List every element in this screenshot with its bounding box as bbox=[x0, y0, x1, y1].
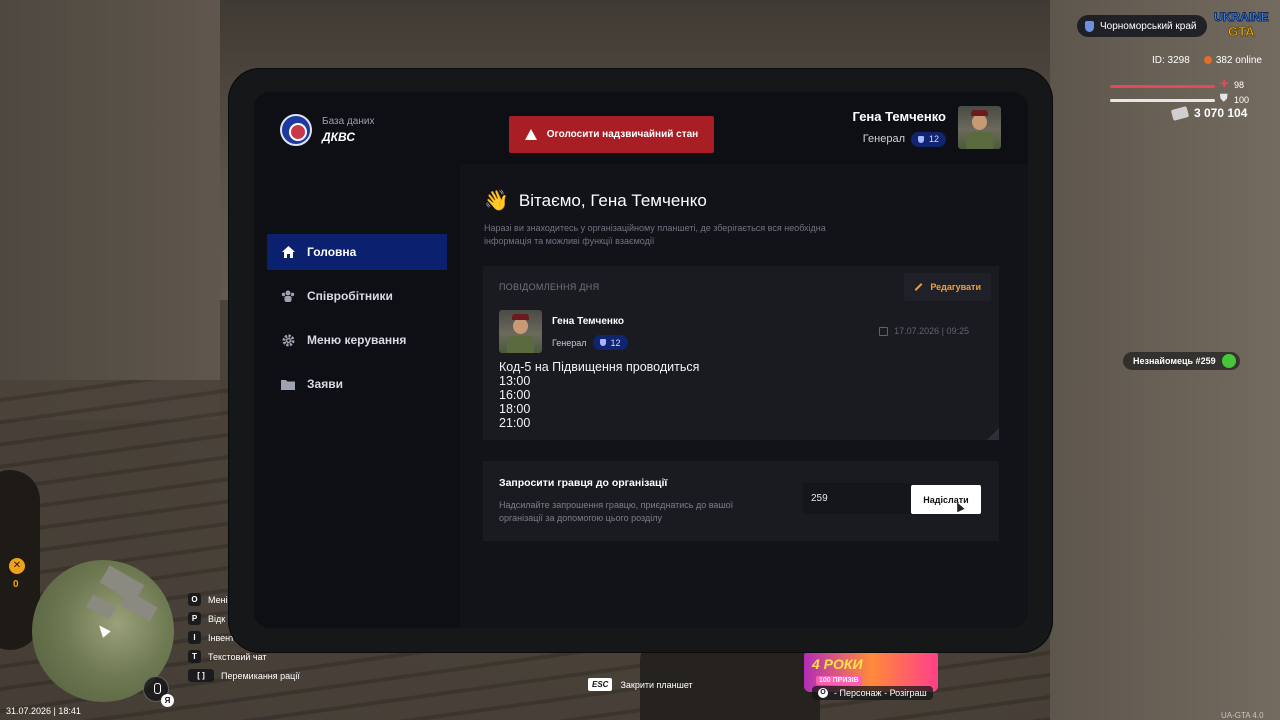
game-datetime: 31.07.2026 | 18:41 bbox=[6, 706, 81, 716]
org-header: База даних ДКВС bbox=[280, 114, 374, 146]
invite-player-section: Запросити гравця до організації Надсилай… bbox=[483, 461, 999, 541]
org-label: База даних bbox=[322, 116, 375, 127]
promo-label: - Персонаж - Розіграш bbox=[834, 688, 927, 698]
motd-date: 17.07.2026 | 09:25 bbox=[879, 326, 969, 336]
wrench-count: 0 bbox=[13, 579, 19, 590]
user-name: Гена Темченко bbox=[852, 108, 946, 124]
wave-icon: 👋 bbox=[484, 190, 509, 212]
player-arrow-icon bbox=[95, 622, 111, 638]
welcome-text: Вітаємо, Гена Темченко bbox=[518, 190, 707, 210]
welcome-heading: 👋 Вітаємо, Гена Темченко bbox=[484, 188, 707, 213]
declare-emergency-button[interactable]: Оголосити надзвичайний стан bbox=[509, 116, 714, 153]
ukraine-gta-logo: UKRAINE GTA bbox=[1214, 10, 1270, 40]
org-name: ДКВС bbox=[322, 130, 356, 144]
org-emblem-icon bbox=[280, 114, 312, 146]
map-building bbox=[86, 594, 116, 620]
nearby-player-tag: Незнайомець #259 bbox=[1123, 352, 1240, 370]
shield-icon bbox=[599, 339, 606, 346]
health-icon: ✚ bbox=[1220, 79, 1229, 90]
keybind-row: [ ] Перемикання рації bbox=[188, 666, 300, 685]
author-rank-row: Генерал 12 bbox=[552, 335, 628, 350]
edit-button[interactable]: Редагувати bbox=[904, 273, 991, 301]
promo-key: O bbox=[818, 688, 828, 698]
tablet-screen: База даних ДКВС Головна Співробітники Ме… bbox=[254, 92, 1028, 628]
armor-bar bbox=[1110, 99, 1215, 102]
svg-text:UKRAINE: UKRAINE bbox=[1214, 10, 1269, 24]
close-tablet-hint: ESC Закрити планшет bbox=[588, 678, 693, 691]
emergency-label: Оголосити надзвичайний стан bbox=[546, 129, 699, 140]
users-icon bbox=[281, 290, 295, 303]
user-profile: Гена Темченко Генерал 12 bbox=[852, 106, 1001, 149]
main-content: 👋 Вітаємо, Гена Темченко Наразі ви знахо… bbox=[460, 164, 1028, 628]
player-id: ID: 3298 bbox=[1152, 55, 1190, 66]
map-building bbox=[120, 590, 158, 622]
mic-key: Я bbox=[161, 694, 174, 707]
level-badge: 12 bbox=[592, 335, 628, 350]
health-value: 98 bbox=[1234, 80, 1245, 90]
warning-icon bbox=[524, 129, 537, 140]
author-name: Гена Темченко bbox=[552, 316, 624, 327]
region-name: Чорноморський край bbox=[1100, 20, 1197, 32]
sidebar-item-home[interactable]: Головна bbox=[267, 234, 447, 270]
sidebar-item-label: Меню керування bbox=[307, 333, 407, 347]
region-indicator: Чорноморський край bbox=[1077, 15, 1207, 37]
promo-subtitle: 100 ПРИЗІВ bbox=[816, 676, 862, 685]
invite-title: Запросити гравця до організації bbox=[499, 477, 668, 489]
close-tablet-label: Закрити планшет bbox=[620, 679, 693, 690]
sidebar-item-label: Співробітники bbox=[307, 289, 393, 303]
motd-header: Повідомлення дня bbox=[499, 282, 600, 292]
health-bar bbox=[1110, 85, 1215, 88]
cash-icon bbox=[1170, 105, 1190, 121]
edit-label: Редагувати bbox=[930, 282, 981, 292]
user-rank: Генерал bbox=[862, 133, 905, 145]
sidebar-item-management[interactable]: Меню керування bbox=[267, 322, 447, 358]
armor-shield-icon: ⛊ bbox=[1220, 93, 1228, 104]
voice-mic-icon bbox=[1221, 354, 1236, 368]
wrench-icon: ✕ bbox=[9, 558, 25, 574]
avatar bbox=[958, 106, 1001, 149]
pencil-icon bbox=[914, 283, 923, 291]
region-shield-icon bbox=[1085, 20, 1094, 32]
promo-title: 4 РОКИ bbox=[812, 656, 863, 672]
home-icon bbox=[281, 246, 295, 259]
svg-text:GTA: GTA bbox=[1228, 24, 1255, 39]
sidebar-item-label: Головна bbox=[307, 245, 357, 259]
money-display: 3 070 104 bbox=[1170, 105, 1248, 121]
esc-key: ESC bbox=[588, 678, 613, 691]
sidebar-item-applications[interactable]: Заяви bbox=[267, 366, 447, 402]
author-avatar bbox=[499, 310, 542, 353]
message-of-the-day: Повідомлення дня Редагувати Гена Темченк… bbox=[483, 266, 999, 440]
sidebar-item-label: Заяви bbox=[307, 377, 343, 391]
online-count: 382 online bbox=[1203, 55, 1262, 66]
money-value: 3 070 104 bbox=[1194, 106, 1248, 120]
folder-icon bbox=[281, 378, 295, 391]
online-icon bbox=[1203, 56, 1212, 65]
sidebar: База даних ДКВС Головна Співробітники Ме… bbox=[254, 92, 460, 628]
sidebar-nav: Головна Співробітники Меню керування Зая… bbox=[267, 234, 447, 410]
level-badge: 12 bbox=[910, 131, 946, 147]
server-stats: ID: 3298 382 online bbox=[1152, 55, 1262, 66]
promo-hint: O - Персонаж - Розіграш bbox=[812, 686, 933, 700]
player-id-input[interactable] bbox=[803, 483, 911, 514]
shield-icon bbox=[917, 135, 924, 143]
armor-value: 100 bbox=[1234, 95, 1250, 105]
invite-description: Надсилайте запрошення гравцю, приєднатис… bbox=[499, 500, 734, 523]
nearby-player-name: Незнайомець #259 bbox=[1133, 356, 1216, 366]
sidebar-item-staff[interactable]: Співробітники bbox=[267, 278, 447, 314]
user-rank-row: Генерал 12 bbox=[852, 131, 946, 147]
gear-icon bbox=[281, 334, 295, 347]
left-wall bbox=[0, 0, 220, 420]
send-invite-button[interactable]: Надіслати bbox=[911, 485, 981, 514]
motd-author: Гена Темченко Генерал 12 bbox=[499, 310, 628, 353]
motd-body: Код-5 на Підвищення проводиться 13:00 16… bbox=[499, 360, 700, 430]
tablet-device: База даних ДКВС Головна Співробітники Ме… bbox=[228, 68, 1053, 653]
calendar-icon bbox=[879, 326, 889, 336]
game-version: UA-GTA 4.0 bbox=[1221, 711, 1264, 720]
resize-handle[interactable] bbox=[987, 428, 999, 440]
welcome-description: Наразі ви знаходитесь у організаційному … bbox=[484, 223, 826, 246]
author-rank: Генерал bbox=[552, 337, 587, 348]
